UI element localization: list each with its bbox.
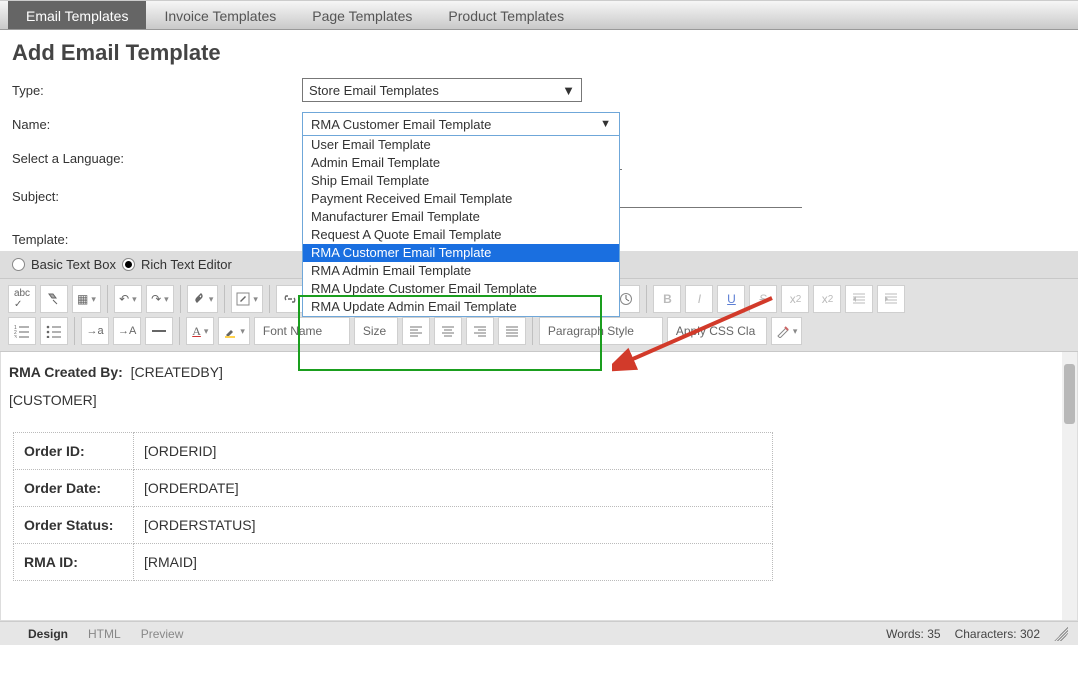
unordered-list-button[interactable] <box>40 317 68 345</box>
name-select-list: User Email Template Admin Email Template… <box>302 136 620 317</box>
view-design-tab[interactable]: Design <box>28 627 68 641</box>
indent-button[interactable] <box>877 285 905 313</box>
cell-label: RMA ID: <box>14 544 134 581</box>
caret-down-icon: ▼ <box>562 83 575 98</box>
svg-text:3: 3 <box>14 335 17 338</box>
font-size-combo[interactable]: Size <box>354 317 398 345</box>
css-class-combo[interactable]: Apply CSS Cla <box>667 317 767 345</box>
cell-value: [RMAID] <box>134 544 773 581</box>
radio-rich-label: Rich Text Editor <box>141 257 232 272</box>
underline-button[interactable]: U <box>717 285 745 313</box>
name-option[interactable]: Payment Received Email Template <box>303 190 619 208</box>
align-left-button[interactable] <box>402 317 430 345</box>
name-option[interactable]: Admin Email Template <box>303 154 619 172</box>
tab-page-templates[interactable]: Page Templates <box>294 1 430 29</box>
name-option[interactable]: Request A Quote Email Template <box>303 226 619 244</box>
radio-rich-text[interactable] <box>122 258 135 271</box>
redo-button[interactable]: ↷▾ <box>146 285 174 313</box>
outdent-button[interactable] <box>845 285 873 313</box>
chars-label: Characters: <box>955 627 1017 641</box>
scrollbar-thumb[interactable] <box>1064 364 1075 424</box>
font-color-button[interactable]: A▾ <box>186 317 214 345</box>
edit-button[interactable]: ▾ <box>231 285 263 313</box>
align-justify-button[interactable] <box>498 317 526 345</box>
align-center-button[interactable] <box>434 317 462 345</box>
hr-button[interactable] <box>145 317 173 345</box>
name-select[interactable]: RMA Customer Email Template ▼ User Email… <box>302 112 620 317</box>
scrollbar[interactable] <box>1062 352 1077 620</box>
bold-button[interactable]: B <box>653 285 681 313</box>
type-select[interactable]: Store Email Templates ▼ <box>302 78 582 102</box>
tab-invoice-templates[interactable]: Invoice Templates <box>146 1 294 29</box>
rma-created-token: [CREATEDBY] <box>131 364 223 380</box>
order-fields-table: Order ID:[ORDERID] Order Date:[ORDERDATE… <box>13 432 773 581</box>
font-name-combo[interactable]: Font Name <box>254 317 350 345</box>
name-option[interactable]: Ship Email Template <box>303 172 619 190</box>
spellcheck-button[interactable]: abc✓ <box>8 285 36 313</box>
view-preview-tab[interactable]: Preview <box>141 627 184 641</box>
table-row: RMA ID:[RMAID] <box>14 544 773 581</box>
tab-email-templates[interactable]: Email Templates <box>8 1 146 29</box>
cell-label: Order Date: <box>14 470 134 507</box>
language-label: Select a Language: <box>12 151 302 166</box>
customer-token: [CUSTOMER] <box>9 386 1069 428</box>
top-tab-bar: Email Templates Invoice Templates Page T… <box>0 0 1078 30</box>
editor-status-bar: Design HTML Preview Words: 35 Characters… <box>0 621 1078 645</box>
table-row: Order ID:[ORDERID] <box>14 433 773 470</box>
link-button[interactable] <box>276 285 304 313</box>
name-option-selected[interactable]: RMA Customer Email Template <box>303 244 619 262</box>
find-button[interactable] <box>40 285 68 313</box>
subscript-button[interactable]: x2 <box>813 285 841 313</box>
italic-button[interactable]: I <box>685 285 713 313</box>
rma-created-label: RMA Created By: <box>9 364 123 380</box>
radio-basic-text[interactable] <box>12 258 25 271</box>
name-select-value: RMA Customer Email Template <box>311 117 491 132</box>
attachment-button[interactable]: ▾ <box>187 285 219 313</box>
name-option[interactable]: RMA Update Admin Email Template <box>303 298 619 316</box>
cell-value: [ORDERSTATUS] <box>134 507 773 544</box>
lowercase-button[interactable]: →a <box>81 317 109 345</box>
insert-button[interactable]: ▦▾ <box>72 285 101 313</box>
ordered-list-button[interactable]: 123 <box>8 317 36 345</box>
view-html-tab[interactable]: HTML <box>88 627 121 641</box>
clear-format-button[interactable]: ▾ <box>771 317 803 345</box>
cell-label: Order Status: <box>14 507 134 544</box>
name-option[interactable]: Manufacturer Email Template <box>303 208 619 226</box>
type-select-value: Store Email Templates <box>309 83 439 98</box>
table-row: Order Status:[ORDERSTATUS] <box>14 507 773 544</box>
uppercase-button[interactable]: →A <box>113 317 141 345</box>
name-option[interactable]: RMA Update Customer Email Template <box>303 280 619 298</box>
name-option[interactable]: RMA Admin Email Template <box>303 262 619 280</box>
strikethrough-button[interactable]: S <box>749 285 777 313</box>
chars-count: 302 <box>1020 627 1040 641</box>
page-title: Add Email Template <box>12 40 1066 66</box>
cell-value: [ORDERID] <box>134 433 773 470</box>
type-label: Type: <box>12 83 302 98</box>
words-count: 35 <box>927 627 940 641</box>
name-label: Name: <box>12 117 302 132</box>
align-right-button[interactable] <box>466 317 494 345</box>
paragraph-style-combo[interactable]: Paragraph Style <box>539 317 663 345</box>
cell-value: [ORDERDATE] <box>134 470 773 507</box>
editor-area[interactable]: RMA Created By: [CREATEDBY] [CUSTOMER] O… <box>0 352 1078 621</box>
subject-label: Subject: <box>12 189 302 204</box>
words-label: Words: <box>886 627 924 641</box>
name-option[interactable]: User Email Template <box>303 136 619 154</box>
tab-product-templates[interactable]: Product Templates <box>430 1 582 29</box>
caret-down-icon: ▼ <box>600 118 611 130</box>
table-row: Order Date:[ORDERDATE] <box>14 470 773 507</box>
superscript-button[interactable]: x2 <box>781 285 809 313</box>
resize-grip-icon[interactable] <box>1054 627 1068 641</box>
undo-button[interactable]: ↶▾ <box>114 285 142 313</box>
highlight-color-button[interactable]: ▾ <box>218 317 250 345</box>
radio-basic-label: Basic Text Box <box>31 257 116 272</box>
cell-label: Order ID: <box>14 433 134 470</box>
